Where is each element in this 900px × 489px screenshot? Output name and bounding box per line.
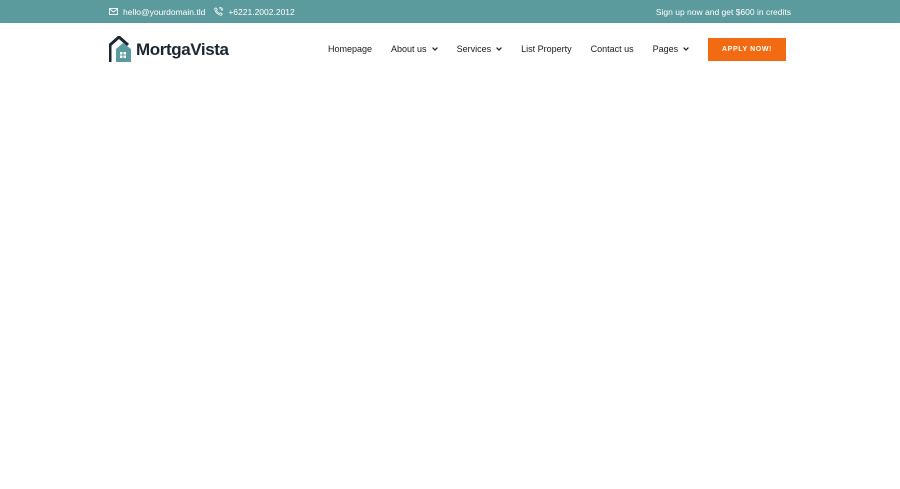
phone-link[interactable]: +6221.2002.2012	[214, 6, 295, 17]
nav-item-services[interactable]: Services	[457, 44, 503, 54]
email-link[interactable]: hello@yourdomain.tld	[109, 7, 205, 17]
nav-item-about-us[interactable]: About us	[391, 44, 438, 54]
logo[interactable]: MortgaVista	[109, 36, 229, 63]
chevron-down-icon	[496, 47, 502, 51]
chevron-down-icon	[683, 47, 689, 51]
top-info-bar: hello@yourdomain.tld +6221.2002.2012 Sig…	[0, 0, 900, 23]
nav-label: Contact us	[590, 44, 634, 54]
main-content-area	[0, 75, 900, 489]
nav-label: Homepage	[328, 44, 373, 54]
promo-text[interactable]: Sign up now and get $600 in credits	[656, 0, 791, 23]
nav-label: List Property	[521, 44, 572, 54]
nav-item-contact-us[interactable]: Contact us	[591, 44, 634, 54]
nav-item-homepage[interactable]: Homepage	[328, 44, 372, 54]
chevron-down-icon	[431, 47, 438, 51]
nav-label: About us	[391, 44, 427, 54]
contact-info: hello@yourdomain.tld +6221.2002.2012	[109, 0, 304, 23]
nav-item-list-property[interactable]: List Property	[521, 44, 572, 54]
phone-icon	[214, 7, 224, 16]
site-header: MortgaVista Homepage About us Services L…	[0, 23, 900, 75]
logo-text: MortgaVista	[136, 39, 229, 59]
nav-item-pages[interactable]: Pages	[653, 44, 690, 54]
envelope-icon	[109, 8, 118, 15]
house-logo-icon	[109, 36, 131, 62]
nav-label: Pages	[652, 44, 679, 54]
nav-label: Services	[456, 44, 492, 54]
main-nav: Homepage About us Services List Property…	[328, 23, 708, 75]
email-text: hello@yourdomain.tld	[123, 6, 206, 17]
phone-text: +6221.2002.2012	[228, 6, 295, 17]
apply-now-button[interactable]: APPLY NOW!	[708, 38, 786, 61]
